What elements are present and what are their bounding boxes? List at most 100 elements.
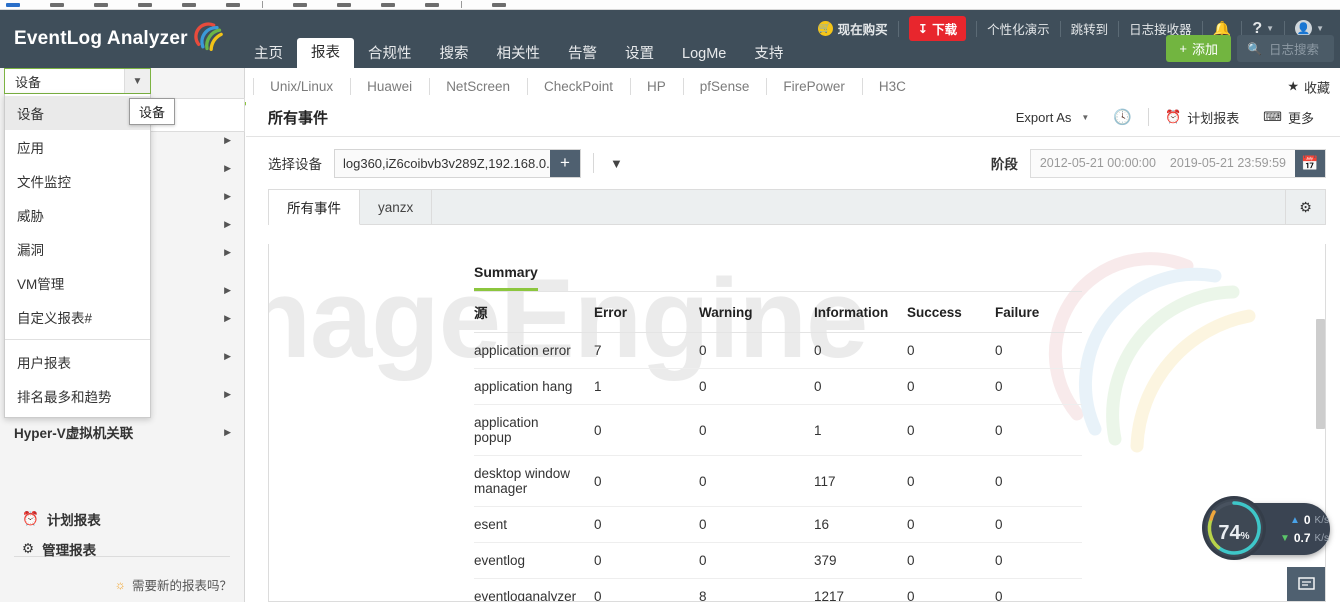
chat-support-button[interactable] xyxy=(1287,567,1325,601)
tab-yanzx[interactable]: yanzx xyxy=(360,190,433,224)
add-button[interactable]: + 添加 xyxy=(1166,35,1231,62)
content-header: 所有事件 Export As ▼ 🕓 ⏰ 计划报表 ⌨ 更多 xyxy=(246,98,1340,137)
sidebar-scheduled-reports[interactable]: ⏰ 计划报表 xyxy=(22,509,101,529)
cell-error: 0 xyxy=(594,455,699,507)
download-button[interactable]: ↧ 下载 xyxy=(899,16,977,41)
menu-item-alerts[interactable]: 告警 xyxy=(554,40,611,68)
tab-all-events[interactable]: 所有事件 xyxy=(269,190,360,225)
lightbulb-icon: ☼ xyxy=(114,577,126,592)
filter-icon[interactable]: ▼ xyxy=(606,156,627,171)
browser-tab[interactable] xyxy=(138,2,152,7)
browser-tab[interactable] xyxy=(381,2,395,7)
table-row[interactable]: eventloganalyzer 0 8 1217 0 0 xyxy=(474,578,1082,601)
date-range-input[interactable]: 2012-05-21 00:00:00 2019-05-21 23:59:59 … xyxy=(1029,148,1326,178)
jump-to-link[interactable]: 跳转到 xyxy=(1061,19,1119,38)
need-new-report-link[interactable]: ☼ 需要新的报表吗？ xyxy=(115,575,232,594)
browser-tab[interactable] xyxy=(425,2,439,7)
sidebar: 文件监控 ▶ 威胁 ▶ 漏洞 ▶ VM管理 ▶ 自定义报表# ▶ 用户报表 ▶ … xyxy=(0,68,245,602)
table-row[interactable]: application popup 0 0 1 0 0 xyxy=(474,404,1082,456)
table-row[interactable]: eventlog 0 0 379 0 0 xyxy=(474,542,1082,579)
cell-error: 0 xyxy=(594,404,699,456)
menu-item-correlation[interactable]: 相关性 xyxy=(483,40,555,68)
browser-tab[interactable] xyxy=(337,2,351,7)
sidebar-manage-reports[interactable]: ⚙ 管理报表 xyxy=(22,539,96,559)
gear-icon[interactable]: ⚙ xyxy=(1285,190,1325,224)
chevron-down-icon[interactable]: ▼ xyxy=(124,69,150,93)
dropdown-tooltip: 设备 xyxy=(129,98,176,125)
report-category-select[interactable]: 设备 ▼ xyxy=(4,68,151,94)
main-content: 所有事件 Export As ▼ 🕓 ⏰ 计划报表 ⌨ 更多 选择设备 log3… xyxy=(246,98,1340,602)
log-search-box[interactable]: 🔍 日志搜索 xyxy=(1237,35,1334,62)
star-icon: ★ xyxy=(1287,78,1299,94)
cell-source: desktop window manager xyxy=(474,455,594,507)
cell-error: 0 xyxy=(594,542,699,579)
nav-actions: + 添加 🔍 日志搜索 xyxy=(1166,35,1334,62)
dropdown-item-threats[interactable]: 威胁 xyxy=(5,198,150,232)
upload-rate-row: ▲ 0 K/s xyxy=(1269,511,1329,529)
column-header-warning[interactable]: Warning xyxy=(699,291,814,333)
menu-item-search[interactable]: 搜索 xyxy=(426,40,483,68)
device-select-value: log360,iZ6coibvb3v289Z,192.168.0.194 xyxy=(343,155,550,171)
chevron-down-icon: ▼ xyxy=(1266,24,1275,33)
browser-tab[interactable] xyxy=(226,2,240,7)
table-row[interactable]: application error 7 0 0 0 0 xyxy=(474,332,1082,369)
report-history-button[interactable]: 🕓 xyxy=(1101,108,1144,126)
favorites-button[interactable]: ★ 收藏 xyxy=(1287,77,1330,96)
date-from-value: 2012-05-21 00:00:00 xyxy=(1039,156,1156,170)
menu-item-home[interactable]: 主页 xyxy=(240,40,297,68)
cell-information: 1217 xyxy=(814,578,907,601)
network-monitor-widget[interactable]: 74% ▲ 0 K/s ▼ 0.7 K/s xyxy=(1205,499,1330,557)
gear-icon: ⚙ xyxy=(22,541,35,556)
menu-item-compliance[interactable]: 合规性 xyxy=(354,40,426,68)
schedule-report-button[interactable]: ⏰ 计划报表 xyxy=(1153,108,1251,127)
cart-icon: 🛒 xyxy=(817,21,833,36)
menu-item-logme[interactable]: LogMe xyxy=(668,40,740,68)
column-header-error[interactable]: Error xyxy=(594,291,699,333)
column-header-information[interactable]: Information xyxy=(814,291,907,333)
cell-failure: 0 xyxy=(995,455,1082,507)
calendar-icon[interactable]: 📅 xyxy=(1295,149,1325,177)
chevron-right-icon: ▶ xyxy=(224,190,231,201)
column-header-success[interactable]: Success xyxy=(907,291,995,333)
dropdown-item-top-and-trends[interactable]: 排名最多和趋势 xyxy=(5,379,150,413)
cell-warning: 8 xyxy=(699,578,814,601)
browser-tab[interactable] xyxy=(94,2,108,7)
browser-tab[interactable] xyxy=(492,2,506,7)
cell-error: 0 xyxy=(594,506,699,543)
dropdown-item-user-reports[interactable]: 用户报表 xyxy=(5,345,150,379)
sidebar-item-hyperv-vm-correlation[interactable]: Hyper-V虚拟机关联 ▶ xyxy=(0,418,245,446)
dropdown-item-custom-reports[interactable]: 自定义报表# xyxy=(5,300,150,334)
divider xyxy=(461,1,462,8)
cell-error: 7 xyxy=(594,332,699,369)
need-new-report-label: 需要新的报表吗？ xyxy=(131,579,232,593)
report-history-icon: 🕓 xyxy=(1113,109,1133,126)
table-row[interactable]: application hang 1 0 0 0 0 xyxy=(474,368,1082,405)
buy-now-button[interactable]: 🛒 现在购买 xyxy=(808,19,898,38)
table-row[interactable]: desktop window manager 0 0 117 0 0 xyxy=(474,455,1082,507)
manageengine-swirl-icon xyxy=(190,21,224,51)
column-header-failure[interactable]: Failure xyxy=(995,291,1082,333)
menu-item-settings[interactable]: 设置 xyxy=(611,40,668,68)
browser-tab[interactable] xyxy=(293,2,307,7)
device-select-input[interactable]: log360,iZ6coibvb3v289Z,192.168.0.194 + xyxy=(334,148,581,178)
browser-tab[interactable] xyxy=(182,2,196,7)
column-header-source[interactable]: 源 xyxy=(474,291,594,333)
dropdown-item-applications[interactable]: 应用 xyxy=(5,130,150,164)
browser-tab[interactable] xyxy=(50,2,64,7)
menu-item-reports[interactable]: 报表 xyxy=(297,38,354,68)
browser-tab[interactable] xyxy=(6,2,20,7)
add-device-button[interactable]: + xyxy=(550,149,580,177)
filter-row: 选择设备 log360,iZ6coibvb3v289Z,192.168.0.19… xyxy=(246,137,1340,189)
cell-information: 16 xyxy=(814,506,907,543)
personalized-demo-link[interactable]: 个性化演示 xyxy=(977,19,1060,38)
dropdown-item-vulnerabilities[interactable]: 漏洞 xyxy=(5,232,150,266)
dropdown-item-file-monitoring[interactable]: 文件监控 xyxy=(5,164,150,198)
brand-logo[interactable]: EventLog Analyzer xyxy=(0,21,240,68)
cell-source: application error xyxy=(474,332,594,369)
table-scrollbar-thumb[interactable] xyxy=(1316,319,1325,429)
export-as-button[interactable]: Export As ▼ xyxy=(1004,110,1102,125)
more-button[interactable]: ⌨ 更多 xyxy=(1251,108,1326,127)
menu-item-support[interactable]: 支持 xyxy=(740,40,797,68)
table-row[interactable]: esent 0 0 16 0 0 xyxy=(474,506,1082,543)
dropdown-item-vm-management[interactable]: VM管理 xyxy=(5,266,150,300)
